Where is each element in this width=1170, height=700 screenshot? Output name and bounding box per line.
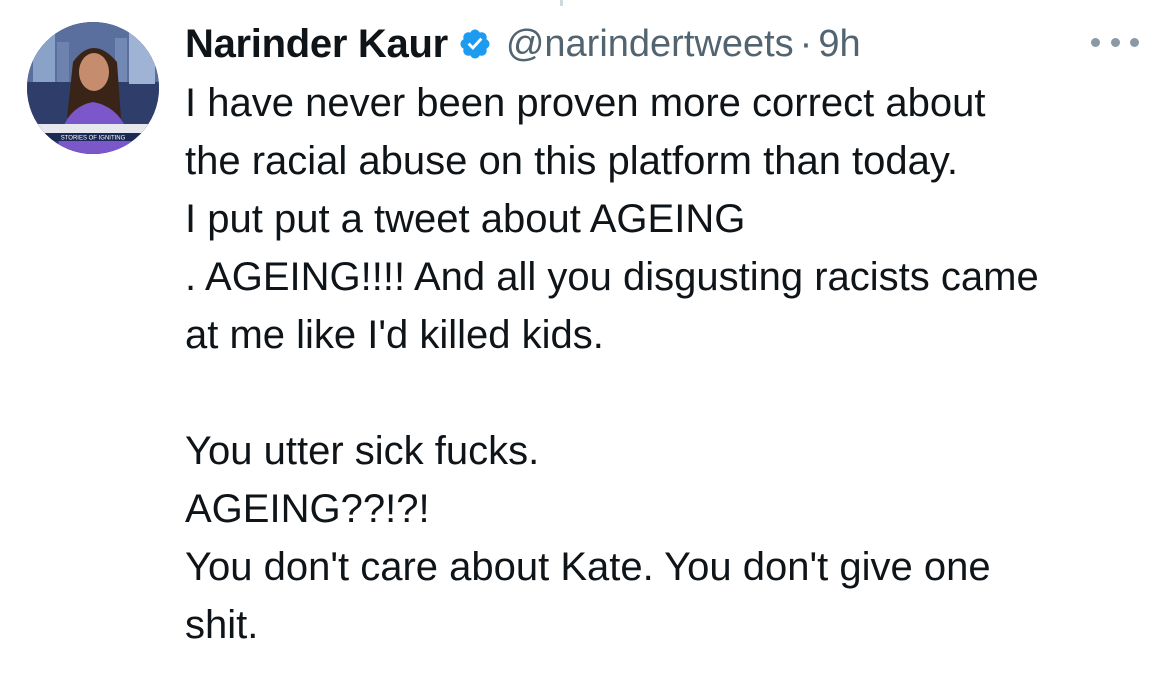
more-dot: [1091, 37, 1100, 47]
tweet-text-line: the racial abuse on this platform than t…: [185, 139, 959, 183]
tweet-text-line: You utter sick fucks.: [185, 429, 540, 473]
tweet-text-line: You don't care about Kate. You don't giv…: [185, 545, 991, 589]
avatar[interactable]: STORIES OF IGNITING: [27, 22, 159, 154]
tweet-text-line: I have never been proven more correct ab…: [185, 81, 986, 125]
verified-badge-icon: [458, 27, 492, 61]
tweet-text: I have never been proven more correct ab…: [185, 74, 1155, 654]
tweet-text-line: I put put a tweet about AGEING: [185, 197, 746, 241]
tweet-text-line: shit.: [185, 603, 259, 647]
avatar-caption: STORIES OF IGNITING: [61, 136, 126, 142]
more-dot: [1130, 37, 1139, 47]
more-horizontal-icon[interactable]: [1091, 30, 1139, 54]
header-separator: ·: [799, 22, 813, 65]
tweet[interactable]: STORIES OF IGNITING Narinder Kaur @narin…: [0, 0, 1170, 700]
author-handle[interactable]: @narindertweets: [506, 23, 794, 66]
author-display-name[interactable]: Narinder Kaur: [185, 22, 448, 67]
tweet-text-line: . AGEING!!!! And all you disgusting raci…: [185, 255, 1039, 299]
tweet-header: Narinder Kaur @narindertweets · 9h: [185, 18, 861, 70]
tweet-text-line: at me like I'd killed kids.: [185, 313, 604, 357]
avatar-photo: STORIES OF IGNITING: [27, 22, 159, 154]
tweet-text-line: AGEING??!?!: [185, 487, 430, 531]
more-dot: [1110, 37, 1120, 47]
tweet-timestamp[interactable]: 9h: [818, 23, 860, 66]
